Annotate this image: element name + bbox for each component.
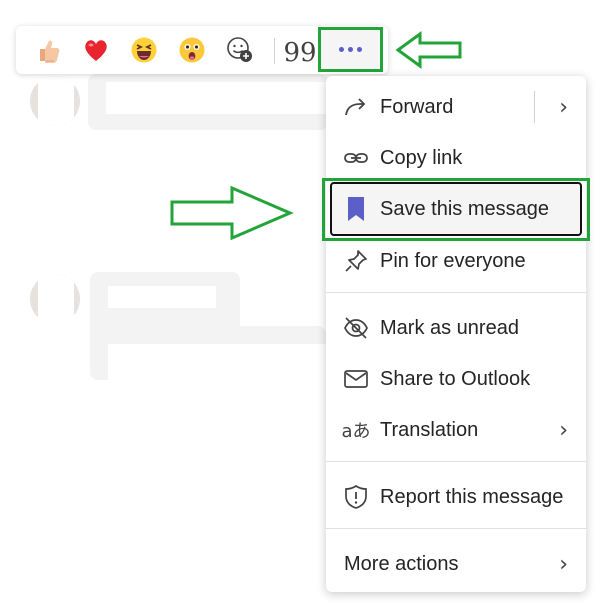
- pin-icon: [342, 247, 370, 275]
- quote-button[interactable]: 99: [283, 34, 317, 68]
- menu-item-mark-unread[interactable]: Mark as unread: [326, 305, 586, 351]
- message-actions-menu-lower: Pin for everyone Mark as unread Share to…: [326, 238, 586, 592]
- message-bubble: [90, 326, 326, 380]
- arrow-annotation-icon: [170, 185, 294, 241]
- avatar: [30, 76, 80, 126]
- menu-item-report[interactable]: Report this message: [326, 474, 586, 520]
- menu-item-copy-link[interactable]: Copy link: [326, 135, 586, 181]
- menu-item-more-actions[interactable]: More actions ›: [326, 541, 586, 587]
- quote-icon: 99: [283, 38, 317, 68]
- bookmark-icon: [346, 196, 366, 227]
- forward-icon: [342, 93, 370, 121]
- menu-item-label: Mark as unread: [380, 316, 519, 339]
- menu-divider: [326, 528, 586, 529]
- heart-icon: [85, 40, 107, 61]
- menu-item-label: Save this message: [380, 198, 549, 220]
- menu-item-label: Copy link: [380, 146, 463, 169]
- menu-item-label: Translation: [380, 418, 479, 441]
- chevron-right-icon: ›: [559, 417, 568, 443]
- toolbar-divider: [274, 38, 275, 64]
- mail-icon: [342, 365, 370, 393]
- menu-item-label: Share to Outlook: [380, 367, 531, 390]
- add-reaction-button[interactable]: [224, 34, 256, 66]
- shield-alert-icon: [342, 483, 370, 511]
- surprised-face-icon: [179, 37, 205, 63]
- link-icon: [342, 144, 370, 172]
- arrow-annotation-icon: [395, 31, 462, 69]
- thumbs-up-icon: [40, 40, 60, 63]
- surprised-reaction-button[interactable]: [176, 34, 208, 66]
- more-options-icon: [337, 47, 364, 52]
- translate-icon: aあ: [341, 421, 371, 442]
- menu-item-pin[interactable]: Pin for everyone: [326, 238, 586, 284]
- menu-item-label: Report this message: [380, 485, 564, 508]
- avatar: [30, 274, 80, 324]
- eye-off-icon: [342, 314, 370, 342]
- menu-item-forward[interactable]: Forward ›: [326, 84, 586, 130]
- menu-item-label: Forward: [380, 95, 454, 118]
- menu-divider: [326, 461, 586, 462]
- menu-split-divider: [534, 91, 535, 123]
- menu-item-save-message[interactable]: Save this message: [330, 182, 582, 236]
- menu-item-translation[interactable]: aあ Translation ›: [326, 407, 586, 453]
- add-emoji-icon: [227, 37, 252, 62]
- chevron-right-icon: ›: [559, 551, 568, 577]
- menu-item-label: More actions: [344, 552, 459, 575]
- menu-item-share-outlook[interactable]: Share to Outlook: [326, 356, 586, 402]
- chevron-right-icon[interactable]: ›: [559, 95, 568, 120]
- more-options-button[interactable]: [318, 27, 383, 72]
- heart-reaction-button[interactable]: [80, 34, 112, 66]
- laugh-reaction-button[interactable]: [128, 34, 160, 66]
- laughing-face-icon: [131, 37, 157, 63]
- message-bubble: [88, 74, 328, 130]
- like-reaction-button[interactable]: [32, 34, 64, 66]
- menu-divider: [326, 292, 586, 293]
- menu-item-label: Pin for everyone: [380, 249, 526, 272]
